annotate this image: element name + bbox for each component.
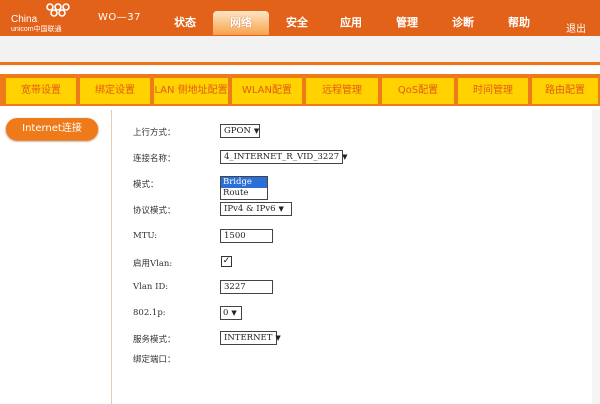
chevron-down-icon: ▼ (253, 127, 260, 135)
nav-apps[interactable]: 应用 (328, 11, 374, 35)
service-value: INTERNET (224, 333, 273, 343)
subtab-qos[interactable]: QoS配置 (382, 78, 456, 104)
subtab-remote[interactable]: 远程管理 (306, 78, 380, 104)
vlan-id-input[interactable]: 3227 (220, 280, 273, 294)
nav-manage[interactable]: 管理 (384, 11, 430, 35)
nav-diagnose[interactable]: 诊断 (440, 11, 486, 35)
protocol-value: IPv4 & IPv6 (224, 204, 276, 214)
sidebar-item-internet[interactable]: Internet连接 (6, 118, 98, 140)
subtab-lan[interactable]: LAN 侧地址配置 (154, 78, 230, 104)
scrollbar[interactable] (592, 110, 600, 404)
p8021-value: 0 (223, 308, 229, 318)
uplink-label: 上行方式： (133, 128, 176, 138)
protocol-label: 协议模式： (133, 206, 176, 216)
conn-name-label: 连接名称： (133, 154, 176, 164)
bind-port-label: 绑定端口： (133, 355, 176, 365)
nav-network[interactable]: 网络 (213, 11, 269, 35)
checkmark-icon: ✓ (222, 256, 231, 266)
sidebar: Internet连接 (0, 110, 112, 404)
mode-dropdown[interactable]: Bridge Route (220, 176, 268, 200)
mode-label: 模式： (133, 180, 159, 190)
header-divider (0, 62, 600, 65)
subtab-broadband[interactable]: 宽带设置 (6, 78, 78, 104)
main-nav: 状态 网络 安全 应用 管理 诊断 帮助 (0, 11, 600, 35)
service-label: 服务模式： (133, 335, 176, 345)
subtab-wlan[interactable]: WLAN配置 (232, 78, 304, 104)
mtu-input[interactable]: 1500 (220, 229, 273, 243)
sub-nav: 宽带设置 绑定设置 LAN 侧地址配置 WLAN配置 远程管理 QoS配置 时间… (0, 74, 600, 106)
protocol-select[interactable]: IPv4 & IPv6 ▼ (220, 202, 292, 216)
subtab-binding[interactable]: 绑定设置 (80, 78, 152, 104)
nav-security[interactable]: 安全 (274, 11, 320, 35)
mode-option-bridge[interactable]: Bridge (221, 177, 267, 188)
chevron-down-icon: ▼ (231, 309, 237, 317)
chevron-down-icon: ▼ (275, 334, 281, 342)
vlan-id-label: Vlan ID: (133, 282, 169, 292)
mode-option-route[interactable]: Route (221, 188, 267, 199)
mtu-label: MTU: (133, 231, 158, 241)
nav-help[interactable]: 帮助 (496, 11, 542, 35)
chevron-down-icon: ▼ (278, 205, 284, 213)
service-select[interactable]: INTERNET ▼ (220, 331, 281, 345)
uplink-value: GPON (224, 126, 251, 136)
nav-status[interactable]: 状态 (162, 11, 208, 35)
subtab-route[interactable]: 路由配置 (532, 78, 600, 104)
settings-form: 上行方式： GPON ▼ 连接名称： 4_INTERNET_R_VID_3227 ▼… (113, 110, 593, 404)
chevron-down-icon: ▼ (342, 153, 348, 161)
conn-name-value: 4_INTERNET_R_VID_3227 (224, 152, 340, 162)
subtab-time[interactable]: 时间管理 (458, 78, 530, 104)
logout-link[interactable]: 退出 (566, 20, 586, 35)
vlan-enable-checkbox[interactable]: ✓ (221, 256, 232, 267)
p8021-select[interactable]: 0 ▼ (220, 306, 242, 320)
conn-name-select[interactable]: 4_INTERNET_R_VID_3227 ▼ (220, 150, 348, 164)
uplink-select[interactable]: GPON ▼ (220, 124, 260, 138)
p8021-label: 802.1p: (133, 308, 166, 318)
vlan-enable-label: 启用Vlan: (133, 259, 173, 269)
